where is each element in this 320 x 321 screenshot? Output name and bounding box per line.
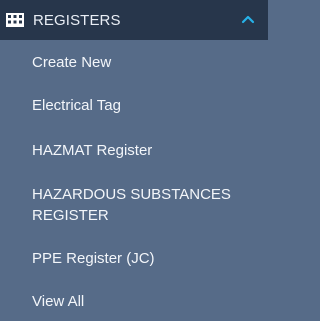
menu-item-hazardous-substances-register[interactable]: HAZARDOUS SUBSTANCES REGISTER [32, 184, 256, 226]
menu-item-hazmat-register[interactable]: HAZMAT Register [32, 141, 256, 161]
chevron-up-icon[interactable] [240, 12, 256, 28]
menu-item-electrical-tag[interactable]: Electrical Tag [32, 96, 256, 116]
register-grid-icon [6, 13, 24, 27]
menu-item-create-new[interactable]: Create New [32, 53, 256, 73]
registers-title: REGISTERS [33, 11, 121, 29]
menu-item-view-all[interactable]: View All [32, 292, 256, 312]
registers-section-header[interactable]: REGISTERS [0, 0, 268, 40]
registers-menu: REGISTERS Create New Electrical Tag HAZM… [0, 0, 268, 321]
menu-item-ppe-register[interactable]: PPE Register (JC) [32, 249, 256, 269]
